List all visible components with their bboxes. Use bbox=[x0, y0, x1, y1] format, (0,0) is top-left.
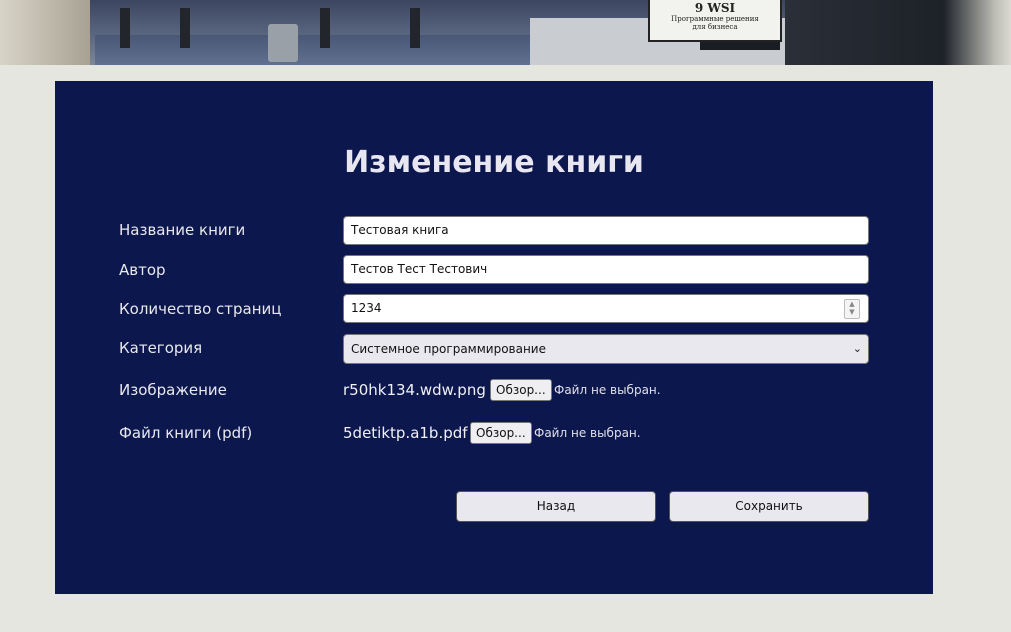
image-current-file: r50hk134.wdw.png bbox=[343, 381, 486, 399]
author-label: Автор bbox=[119, 261, 166, 279]
book-name-input[interactable]: Тестовая книга bbox=[343, 216, 869, 245]
pdf-label: Файл книги (pdf) bbox=[119, 424, 253, 442]
header-sign: 9 WSI Программные решения для бизнеса bbox=[648, 0, 782, 42]
save-button[interactable]: Сохранить bbox=[669, 491, 869, 522]
book-name-label: Название книги bbox=[119, 221, 246, 239]
author-input[interactable]: Тестов Тест Тестович bbox=[343, 255, 869, 284]
chevron-down-icon: ⌄ bbox=[852, 342, 862, 355]
image-browse-button[interactable]: Обзор... bbox=[490, 379, 552, 401]
pages-stepper[interactable]: ▲ ▼ bbox=[844, 299, 860, 319]
image-file-status: Файл не выбран. bbox=[554, 383, 661, 397]
category-label: Категория bbox=[119, 339, 203, 357]
header-photo: 9 WSI Программные решения для бизнеса bbox=[0, 0, 1011, 65]
pages-input[interactable]: 1234 ▲ ▼ bbox=[343, 294, 869, 323]
pdf-current-file: 5detiktp.a1b.pdf bbox=[343, 424, 468, 442]
pages-label: Количество страниц bbox=[119, 300, 282, 318]
back-button[interactable]: Назад bbox=[456, 491, 656, 522]
category-selected: Системное программирование bbox=[351, 342, 546, 356]
pages-value: 1234 bbox=[351, 301, 382, 315]
category-select[interactable]: Системное программирование ⌄ bbox=[343, 334, 869, 364]
pdf-browse-button[interactable]: Обзор... bbox=[470, 422, 532, 444]
stepper-down-icon[interactable]: ▼ bbox=[845, 308, 859, 316]
stepper-up-icon[interactable]: ▲ bbox=[845, 300, 859, 308]
image-label: Изображение bbox=[119, 381, 227, 399]
pdf-file-status: Файл не выбран. bbox=[534, 426, 641, 440]
page-title: Изменение книги bbox=[344, 145, 644, 180]
